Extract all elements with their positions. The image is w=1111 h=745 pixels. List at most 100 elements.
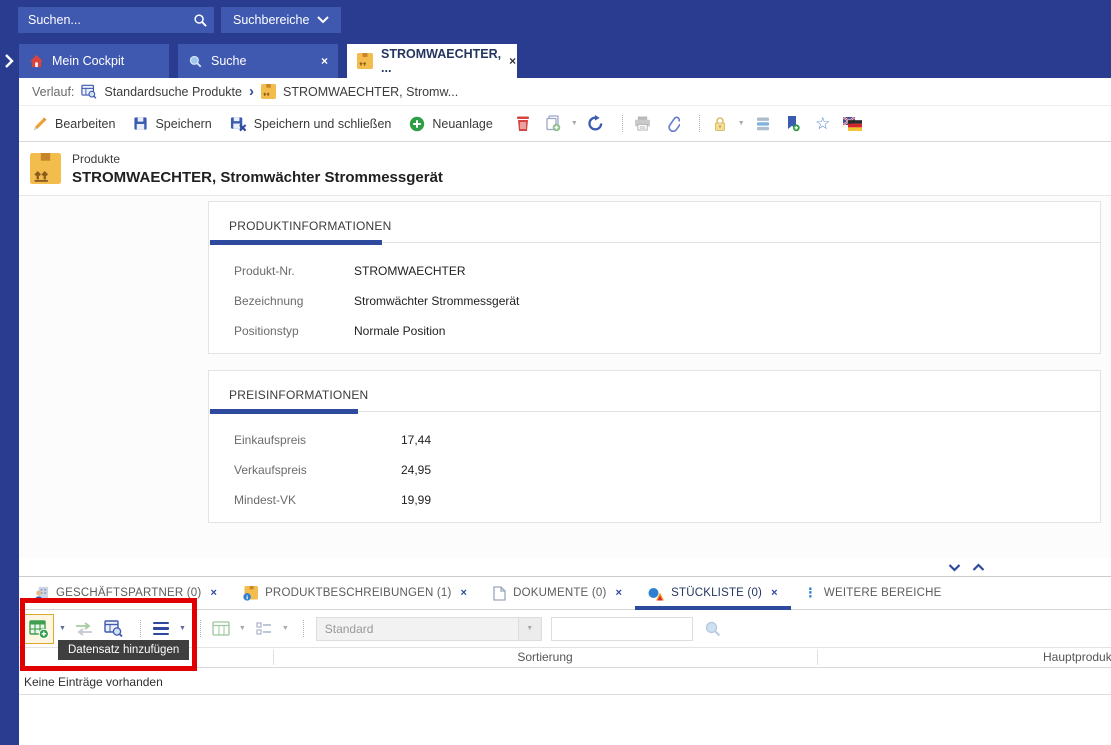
tab-label: WEITERE BEREICHE <box>824 587 942 599</box>
language-button[interactable] <box>841 111 865 137</box>
field-value[interactable]: STROMWAECHTER <box>354 264 466 278</box>
save-close-button[interactable]: Speichern und schließen <box>230 116 392 132</box>
paperclip-icon <box>666 115 680 132</box>
record-toolbar: Bearbeiten Speichern Speichern und schli… <box>19 106 1111 142</box>
delete-button[interactable] <box>511 111 535 137</box>
list-filter-input[interactable] <box>551 617 693 641</box>
record-content: PRODUKTINFORMATIONEN Produkt-Nr. STROMWA… <box>19 196 1111 558</box>
record-title: STROMWAECHTER, Stromwächter Strommessger… <box>72 169 443 186</box>
column-divider[interactable] <box>817 650 818 665</box>
field-label: Positionstyp <box>234 324 354 338</box>
lock-button[interactable] <box>708 111 732 137</box>
list-menu-caret-icon[interactable]: ▼ <box>179 625 186 632</box>
duplicate-button[interactable] <box>541 111 565 137</box>
open-search-button[interactable] <box>102 616 126 642</box>
tab-label: STÜCKLISTE (0) <box>671 587 762 599</box>
table-view-button[interactable] <box>209 616 233 642</box>
filter-search-icon[interactable] <box>704 620 722 638</box>
new-label: Neuanlage <box>432 117 492 131</box>
trash-icon <box>516 116 530 132</box>
lock-icon <box>713 116 727 132</box>
save-button[interactable]: Speichern <box>133 116 211 131</box>
column-header-sortierung[interactable]: Sortierung <box>273 648 817 667</box>
section-title[interactable]: PREISINFORMATIONEN <box>229 388 368 402</box>
field-row: Mindest-VK 19,99 <box>209 485 1100 515</box>
list-menu-button[interactable] <box>149 616 173 642</box>
list-view-caret-icon[interactable]: ▼ <box>282 625 289 632</box>
attachment-button[interactable] <box>661 111 685 137</box>
product-icon <box>357 53 373 69</box>
collapse-down-icon[interactable] <box>948 563 961 572</box>
table-view-caret-icon[interactable]: ▼ <box>239 625 246 632</box>
close-icon[interactable]: × <box>771 587 778 599</box>
section-header: PRODUKTINFORMATIONEN <box>209 202 1100 243</box>
field-label: Mindest-VK <box>234 493 401 507</box>
favorite-button[interactable]: ☆ <box>811 111 835 137</box>
tab-label: STROMWAECHTER, ... <box>381 47 501 75</box>
field-value[interactable]: 19,99 <box>401 493 431 507</box>
print-button[interactable] <box>631 111 655 137</box>
edit-label: Bearbeiten <box>55 117 115 131</box>
save-icon <box>133 116 148 131</box>
home-icon <box>29 54 44 68</box>
refresh-button[interactable] <box>584 111 608 137</box>
related-area-tabs: GESCHÄFTSPARTNER (0) × PRODUKTBESCHREIBU… <box>19 577 1111 610</box>
global-search[interactable] <box>18 7 214 33</box>
new-button[interactable]: Neuanlage <box>409 116 492 132</box>
panel-splitter[interactable] <box>19 558 1111 577</box>
close-icon[interactable]: × <box>210 587 217 599</box>
table-view-icon <box>212 621 230 636</box>
field-value[interactable]: Normale Position <box>354 324 445 338</box>
list-view-button[interactable] <box>252 616 276 642</box>
search-input[interactable] <box>18 13 193 27</box>
expand-rail-icon[interactable] <box>3 54 15 68</box>
tab-mein-cockpit[interactable]: Mein Cockpit <box>19 44 169 78</box>
duplicate-caret-icon[interactable]: ▼ <box>571 120 578 127</box>
view-select-input[interactable] <box>317 618 518 640</box>
tab-produktbeschreibungen[interactable]: PRODUKTBESCHREIBUNGEN (1) × <box>230 577 480 609</box>
toolbar-separator <box>140 620 141 637</box>
breadcrumb-item-search[interactable]: Standardsuche Produkte <box>104 85 242 99</box>
field-row: Einkaufspreis 17,44 <box>209 425 1100 455</box>
lock-caret-icon[interactable]: ▼ <box>738 120 745 127</box>
tab-stueckliste[interactable]: STÜCKLISTE (0) × <box>635 577 791 609</box>
tab-suche[interactable]: Suche × <box>178 44 338 78</box>
transfer-button[interactable] <box>72 616 96 642</box>
search-scope-button[interactable]: Suchbereiche <box>221 7 341 33</box>
chevron-down-icon <box>317 16 329 24</box>
dataset-button[interactable] <box>751 111 775 137</box>
expand-up-icon[interactable] <box>972 563 985 572</box>
save-label: Speichern <box>155 117 211 131</box>
close-icon[interactable]: × <box>509 54 516 68</box>
table-search-icon <box>104 620 123 637</box>
section-preisinformationen: PREISINFORMATIONEN Einkaufspreis 17,44 V… <box>208 370 1101 523</box>
edit-button[interactable]: Bearbeiten <box>32 116 115 132</box>
app-window: Suchbereiche Mein Cockpit Suche × <box>0 0 1111 745</box>
business-partner-icon <box>34 586 49 601</box>
close-icon[interactable]: × <box>321 54 328 68</box>
view-select-dropdown[interactable]: ▼ <box>518 618 541 640</box>
field-value[interactable]: 17,44 <box>401 433 431 447</box>
bookmark-add-button[interactable] <box>781 111 805 137</box>
add-record-caret-icon[interactable]: ▼ <box>59 625 66 632</box>
empty-message: Keine Einträge vorhanden <box>24 675 163 689</box>
field-value[interactable]: 24,95 <box>401 463 431 477</box>
close-icon[interactable]: × <box>615 587 622 599</box>
tab-geschaeftspartner[interactable]: GESCHÄFTSPARTNER (0) × <box>21 577 230 609</box>
search-icon[interactable] <box>193 13 216 28</box>
tab-weitere-bereiche[interactable]: ⋮ WEITERE BEREICHE <box>791 577 955 609</box>
product-info-icon <box>243 586 258 601</box>
breadcrumb-item-record[interactable]: STROMWAECHTER, Stromw... <box>283 85 458 99</box>
tab-stromwaechter[interactable]: STROMWAECHTER, ... × <box>347 44 517 78</box>
view-select[interactable]: ▼ <box>316 617 542 641</box>
workspace-tabbar: Mein Cockpit Suche × STROMWAECHTER, ... … <box>19 40 1111 78</box>
database-stack-icon <box>755 116 771 132</box>
sync-arrows-icon <box>74 621 94 637</box>
close-icon[interactable]: × <box>461 587 468 599</box>
section-title[interactable]: PRODUKTINFORMATIONEN <box>229 219 391 233</box>
tab-dokumente[interactable]: DOKUMENTE (0) × <box>480 577 635 609</box>
field-value[interactable]: Stromwächter Strommessgerät <box>354 294 519 308</box>
column-header-hauptprodukt[interactable]: Hauptprodukt <box>1043 648 1111 667</box>
add-record-button[interactable] <box>24 614 54 644</box>
plus-circle-icon <box>409 116 425 132</box>
